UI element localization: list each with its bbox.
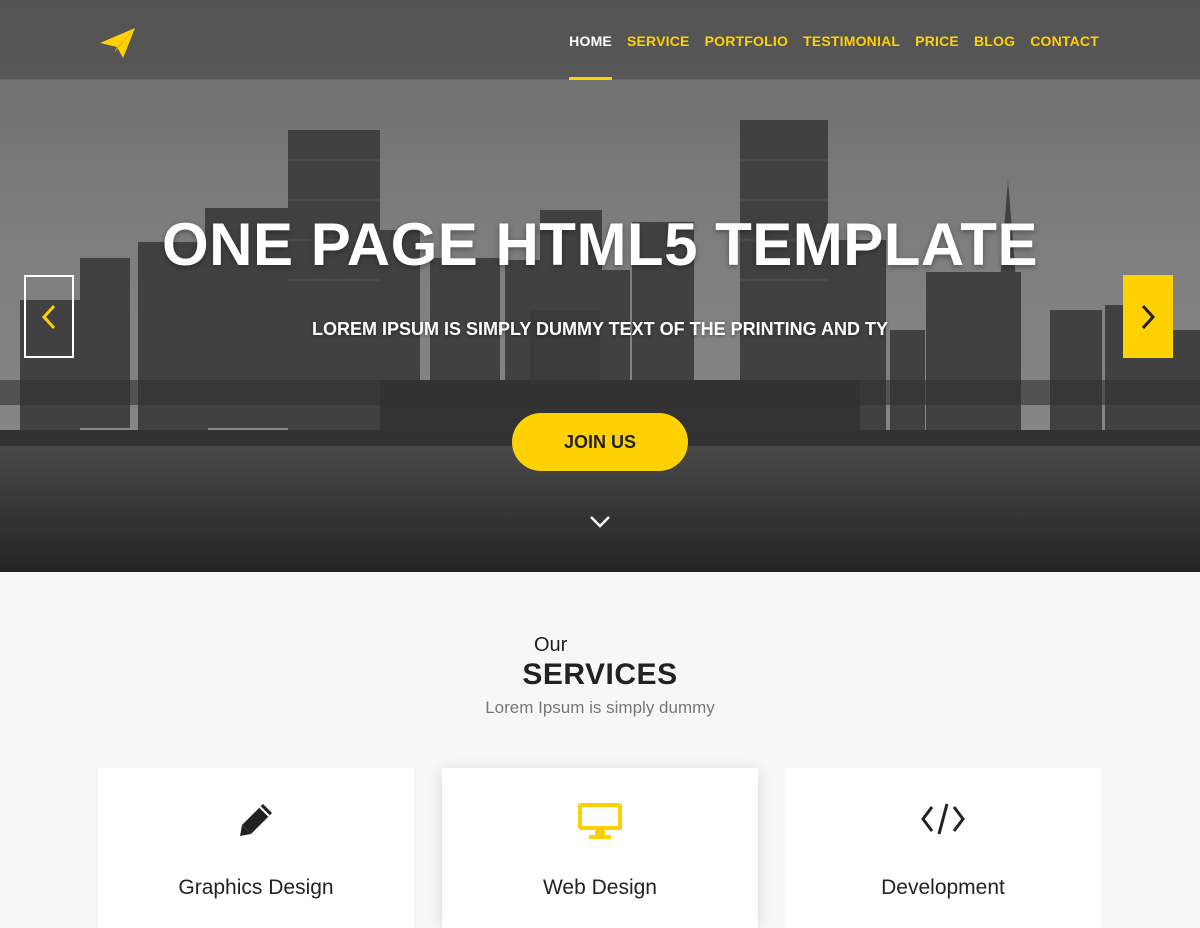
chevron-right-icon <box>1141 304 1156 329</box>
service-card-title: Graphics Design <box>178 876 334 899</box>
service-card-title: Development <box>881 876 1005 899</box>
service-card-graphics[interactable]: Graphics Design <box>98 768 414 928</box>
service-card-title: Web Design <box>542 876 657 899</box>
nav-item-service[interactable]: SERVICE <box>627 0 690 80</box>
hero-title: ONE PAGE HTML5 TEMPLATE <box>162 211 1038 278</box>
nav-item-price[interactable]: PRICE <box>915 0 959 80</box>
nav-item-portfolio[interactable]: PORTFOLIO <box>705 0 788 80</box>
paper-plane-logo-icon[interactable] <box>100 25 136 61</box>
hero-subtitle: LOREM IPSUM IS SIMPLY DUMMY TEXT OF THE … <box>311 319 889 339</box>
code-icon <box>921 803 965 835</box>
top-navbar: HOME SERVICE PORTFOLIO TESTIMONIAL PRICE… <box>0 0 1200 80</box>
service-card-development[interactable]: Development <box>785 768 1101 928</box>
slider-next-button[interactable] <box>1123 275 1173 358</box>
services-subtitle: Lorem Ipsum is simply dummy <box>485 698 715 717</box>
services-section: Our SERVICES Lorem Ipsum is simply dummy… <box>0 572 1200 928</box>
chevron-down-icon[interactable] <box>589 514 611 530</box>
join-us-button[interactable]: JOIN US <box>512 413 688 471</box>
hero-banner: HOME SERVICE PORTFOLIO TESTIMONIAL PRICE… <box>0 0 1200 572</box>
pencil-icon <box>240 804 272 836</box>
main-nav: HOME SERVICE PORTFOLIO TESTIMONIAL PRICE… <box>554 0 1099 80</box>
services-eyebrow: Our <box>534 634 568 656</box>
slider-prev-button[interactable] <box>24 275 74 358</box>
chevron-left-icon <box>41 304 56 329</box>
nav-item-blog[interactable]: BLOG <box>974 0 1015 80</box>
nav-item-home[interactable]: HOME <box>569 0 612 80</box>
service-card-web[interactable]: Web Design <box>442 768 758 928</box>
services-title: SERVICES <box>522 658 678 691</box>
hero-overlay <box>0 0 1200 572</box>
nav-item-contact[interactable]: CONTACT <box>1030 0 1099 80</box>
nav-item-testimonial[interactable]: TESTIMONIAL <box>803 0 900 80</box>
monitor-icon <box>578 803 622 839</box>
